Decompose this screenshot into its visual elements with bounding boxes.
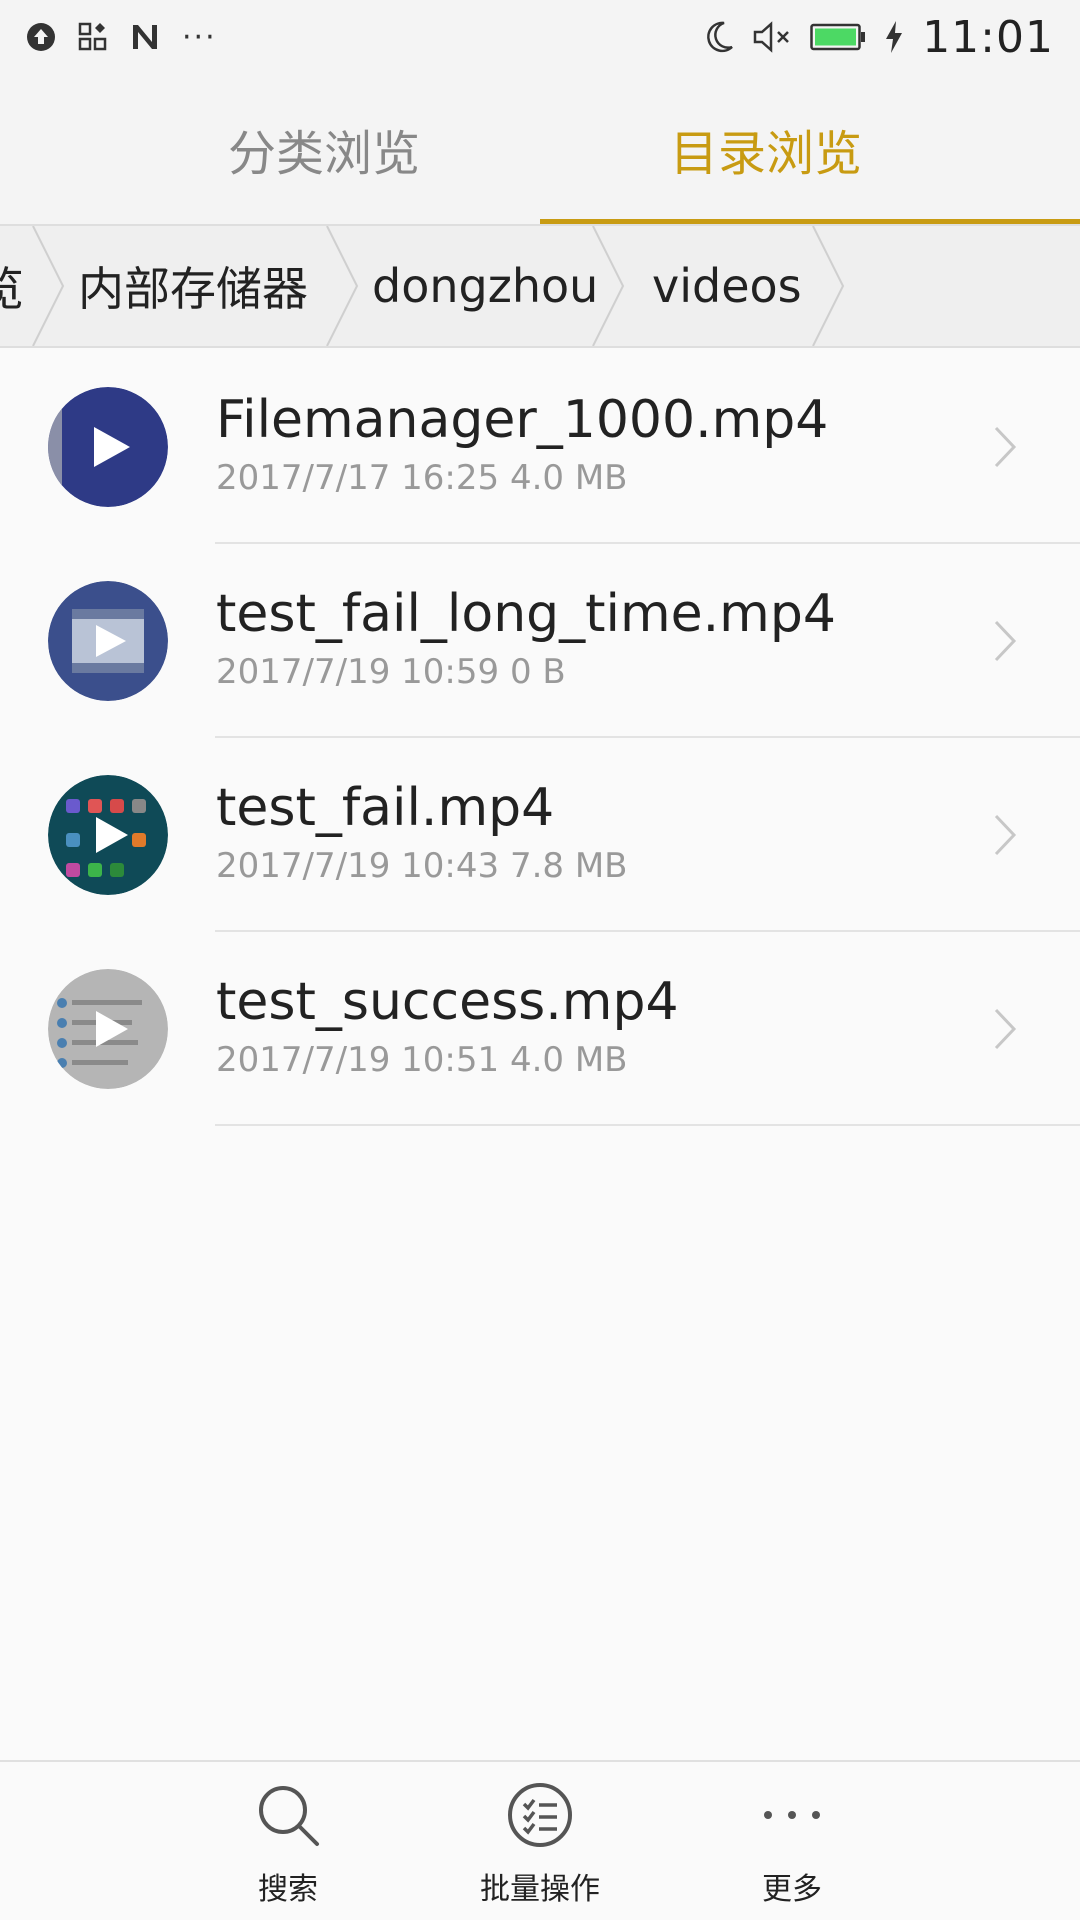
bottom-action-bar: 搜索 批量操作 更多 [0, 1760, 1080, 1920]
list-item[interactable]: test_fail_long_time.mp4 2017/7/19 10:59 … [0, 544, 1080, 738]
file-size: 0 B [509, 652, 566, 692]
chevron-right-icon [994, 1008, 1017, 1050]
search-label: 搜索 [258, 1872, 318, 1907]
search-icon [259, 1786, 319, 1846]
breadcrumb-separator [326, 226, 359, 346]
video-thumbnail [48, 775, 168, 895]
checklist-icon [508, 1783, 572, 1847]
list-item[interactable]: Filemanager_1000.mp4 2017/7/17 16:25 4.0… [0, 350, 1080, 544]
file-size: 7.8 MB [509, 846, 628, 886]
search-button[interactable]: 搜索 [188, 1762, 388, 1920]
file-size: 4.0 MB [509, 458, 628, 498]
apps-icon [78, 22, 107, 51]
batch-operation-button[interactable]: 批量操作 [440, 1762, 640, 1920]
file-date: 2017/7/19 10:51 [216, 1040, 500, 1080]
file-name: test_fail.mp4 [216, 778, 555, 838]
more-notifications-indicator: ··· [182, 19, 217, 55]
file-name: test_success.mp4 [216, 972, 679, 1032]
batch-operation-label: 批量操作 [480, 1872, 600, 1907]
status-bar: ··· 11:01 [0, 0, 1080, 74]
tab-directory-browse[interactable]: 目录浏览 [540, 74, 1080, 224]
more-button[interactable]: 更多 [692, 1762, 892, 1920]
file-list: Filemanager_1000.mp4 2017/7/17 16:25 4.0… [0, 350, 1080, 1126]
breadcrumb: 览 内部存储器 dongzhou videos [0, 224, 1080, 348]
list-item[interactable]: test_success.mp4 2017/7/19 10:51 4.0 MB [0, 932, 1080, 1126]
file-name: test_fail_long_time.mp4 [216, 584, 836, 644]
file-manager-screen: ··· 11:01 分类浏览 目录浏览 览 [0, 0, 1080, 1920]
file-name: Filemanager_1000.mp4 [216, 390, 829, 450]
n-notification-icon [133, 25, 157, 49]
chevron-right-icon [994, 426, 1017, 468]
breadcrumb-item-root[interactable]: 览 [0, 226, 24, 346]
file-date: 2017/7/19 10:43 [216, 846, 500, 886]
breadcrumb-item-videos[interactable]: videos [652, 226, 802, 346]
video-thumbnail [48, 581, 168, 701]
moon-icon [707, 21, 734, 53]
chevron-right-icon [994, 814, 1017, 856]
status-time: 11:01 [922, 11, 1054, 63]
file-date: 2017/7/17 16:25 [216, 458, 500, 498]
more-label: 更多 [762, 1872, 822, 1907]
breadcrumb-separator [592, 226, 625, 346]
video-thumbnail [48, 387, 168, 507]
tab-category-browse[interactable]: 分类浏览 [0, 74, 540, 224]
upload-icon [27, 23, 55, 51]
battery-icon [810, 23, 866, 51]
chevron-right-icon [994, 620, 1017, 662]
breadcrumb-separator [812, 226, 845, 346]
view-tabs: 分类浏览 目录浏览 [0, 74, 1080, 224]
charging-icon [886, 21, 903, 53]
breadcrumb-separator [32, 226, 65, 346]
breadcrumb-item-dongzhou[interactable]: dongzhou [372, 226, 598, 346]
mute-icon [753, 21, 790, 53]
file-size: 4.0 MB [509, 1040, 628, 1080]
video-thumbnail [48, 969, 168, 1089]
list-item[interactable]: test_fail.mp4 2017/7/19 10:43 7.8 MB [0, 738, 1080, 932]
more-dots-icon [764, 1811, 820, 1819]
file-date: 2017/7/19 10:59 [216, 652, 500, 692]
breadcrumb-item-internal-storage[interactable]: 内部存储器 [78, 226, 308, 346]
